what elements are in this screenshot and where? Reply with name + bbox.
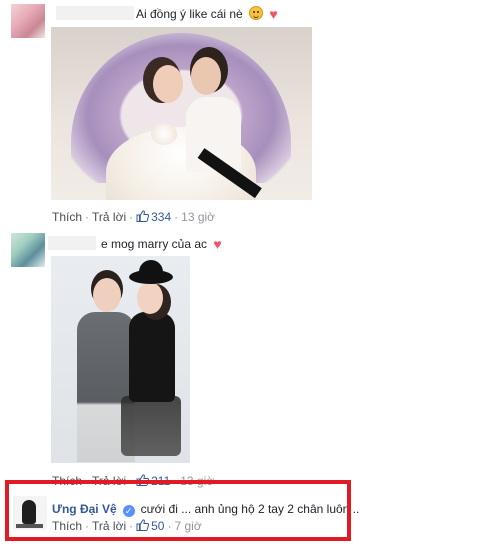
like-link[interactable]: Thích — [52, 210, 82, 224]
woman-figure — [129, 312, 175, 402]
bouquet — [151, 123, 177, 145]
blurred-author-name — [48, 236, 96, 250]
hat-crown — [139, 260, 163, 276]
blurred-author-name — [56, 6, 134, 20]
groom-head — [191, 57, 221, 95]
timestamp[interactable]: 13 giờ — [181, 210, 215, 224]
heart-icon: ♥ — [213, 236, 222, 252]
woman-skirt — [121, 396, 181, 456]
reply-link[interactable]: Trả lời — [92, 210, 126, 224]
heart-icon: ♥ — [269, 6, 278, 22]
woman-head — [137, 282, 163, 314]
comment-body: e mog marry của ac ♥ — [101, 236, 222, 252]
smile-emoji-icon — [249, 6, 264, 20]
man-head — [93, 278, 121, 312]
thumbs-up-icon — [136, 210, 150, 222]
comment-text: e mog marry của ac — [101, 237, 208, 251]
bride-figure — [153, 65, 183, 103]
commenter-avatar[interactable] — [11, 4, 45, 38]
commenter-avatar[interactable] — [11, 233, 45, 267]
comment-body: Ai đồng ý like cái nè ♥ — [136, 6, 278, 22]
highlight-box — [5, 480, 351, 541]
comment-actions: Thích · Trả lời · 334 · 13 giờ — [52, 210, 216, 224]
like-count[interactable]: 334 — [151, 210, 171, 224]
wedding-photo[interactable] — [51, 27, 312, 200]
couple-photo[interactable] — [51, 256, 190, 463]
comment-text: Ai đồng ý like cái nè — [136, 7, 243, 21]
